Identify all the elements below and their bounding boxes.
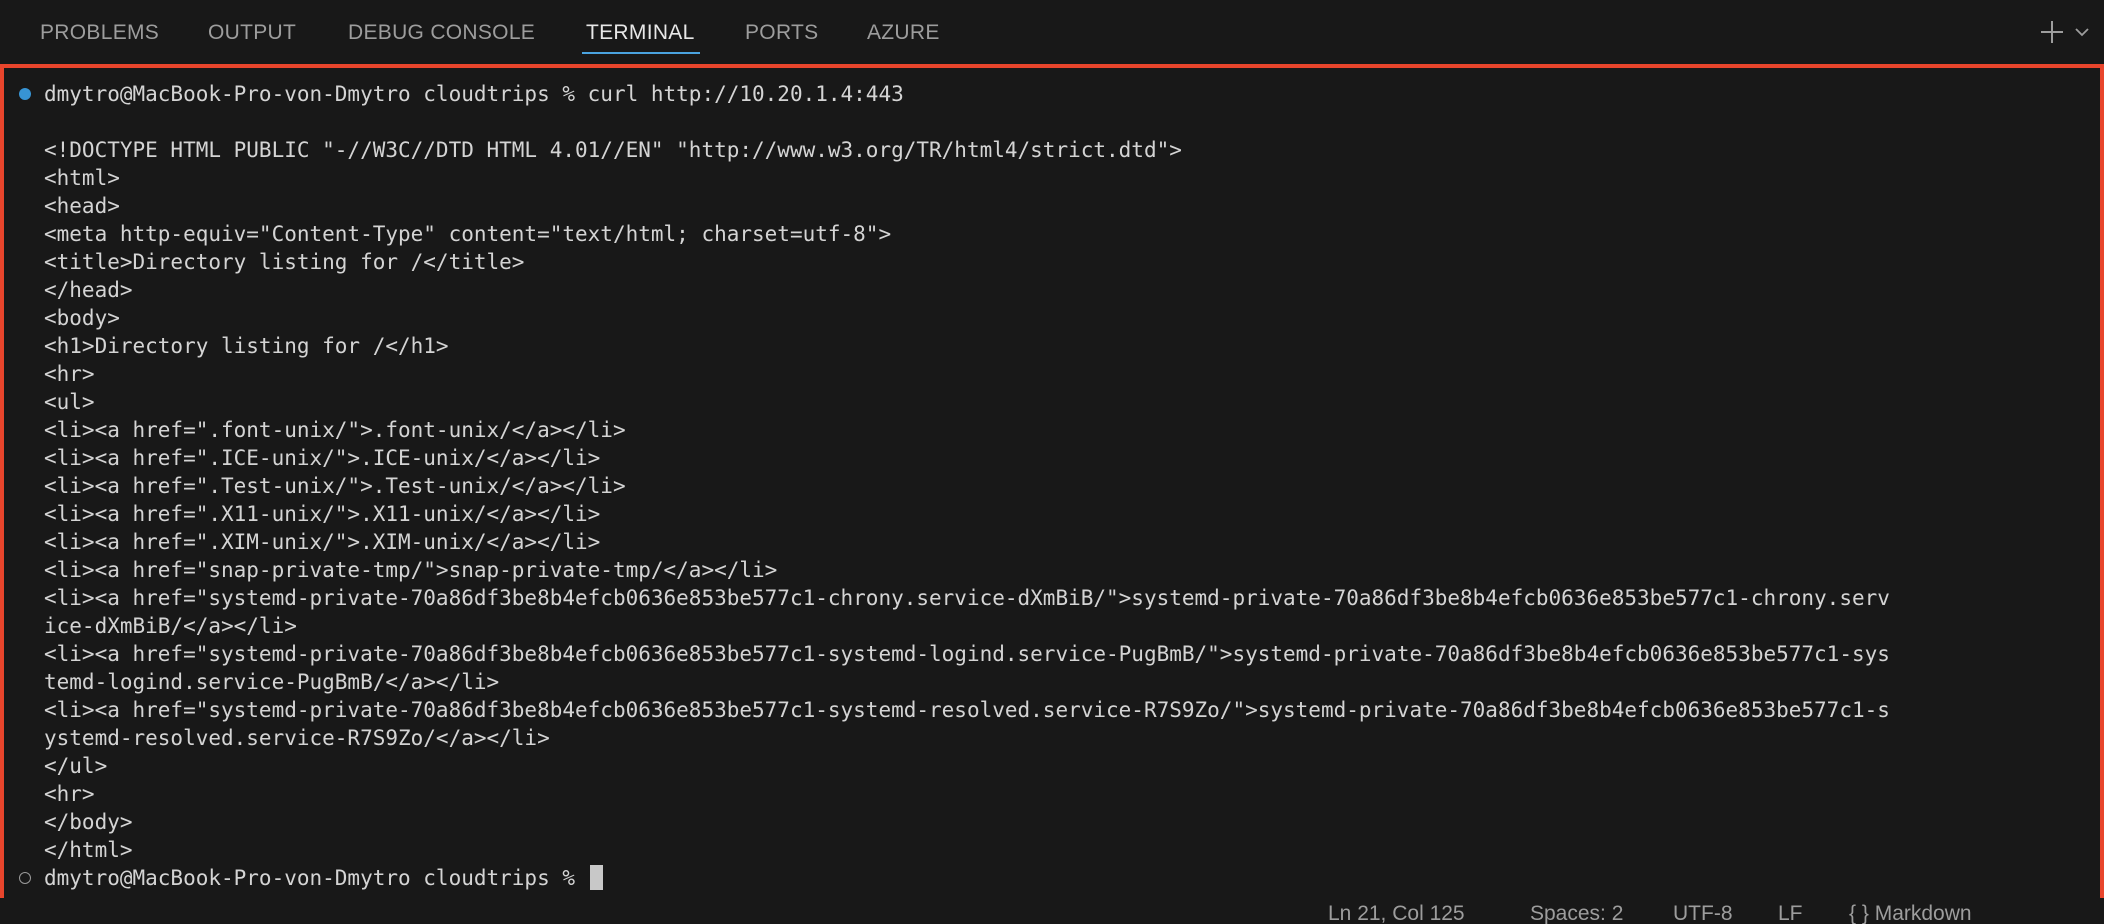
terminal-line: <li><a href="systemd-private-70a86df3be8… <box>44 586 1890 610</box>
status-encoding[interactable]: UTF-8 <box>1673 899 1733 924</box>
terminal-line: <head> <box>44 194 120 218</box>
terminal-line: </head> <box>44 278 133 302</box>
tab-terminal[interactable]: TERMINAL <box>586 20 695 46</box>
terminal-line: ystemd-resolved.service-R7S9Zo/</a></li> <box>44 726 550 750</box>
terminal-line: <meta http-equiv="Content-Type" content=… <box>44 222 892 246</box>
terminal-line: <li><a href=".XIM-unix/">.XIM-unix/</a><… <box>44 530 601 554</box>
terminal-line: ice-dXmBiB/</a></li> <box>44 614 297 638</box>
terminal-line: <li><a href=".font-unix/">.font-unix/</a… <box>44 418 626 442</box>
active-tab-indicator <box>582 52 700 54</box>
status-cursor-position[interactable]: Ln 21, Col 125 <box>1328 899 1465 924</box>
terminal-prompt-line: dmytro@MacBook-Pro-von-Dmytro cloudtrips… <box>12 864 2094 892</box>
terminal-line: </ul> <box>44 754 108 778</box>
terminal-line: <title>Directory listing for /</title> <box>44 250 525 274</box>
status-line-ending[interactable]: LF <box>1778 899 1803 924</box>
terminal-line: <li><a href="systemd-private-70a86df3be8… <box>44 642 1890 666</box>
plus-icon[interactable] <box>2038 18 2066 46</box>
tab-debug-console[interactable]: DEBUG CONSOLE <box>348 20 535 46</box>
terminal-line: <li><a href=".Test-unix/">.Test-unix/</a… <box>44 474 626 498</box>
terminal-line: <li><a href="snap-private-tmp/">snap-pri… <box>44 558 778 582</box>
terminal-line: temd-logind.service-PugBmB/</a></li> <box>44 670 500 694</box>
terminal-output[interactable]: dmytro@MacBook-Pro-von-Dmytro cloudtrips… <box>12 80 2094 902</box>
tab-ports[interactable]: PORTS <box>745 20 818 46</box>
tab-problems[interactable]: PROBLEMS <box>40 20 159 46</box>
terminal-line: <li><a href="systemd-private-70a86df3be8… <box>44 698 1890 722</box>
prompt-decoration[interactable] <box>19 872 31 884</box>
terminal-line: <li><a href=".X11-unix/">.X11-unix/</a><… <box>44 502 601 526</box>
terminal-line: dmytro@MacBook-Pro-von-Dmytro cloudtrips… <box>12 80 2094 108</box>
panel-actions <box>2038 14 2090 50</box>
terminal-line: </body> <box>44 810 133 834</box>
status-bar: Ln 21, Col 125 Spaces: 2 UTF-8 LF { } Ma… <box>0 898 2104 924</box>
terminal-line: <hr> <box>44 362 95 386</box>
status-indentation[interactable]: Spaces: 2 <box>1530 899 1623 924</box>
tab-azure[interactable]: AZURE <box>867 20 940 46</box>
terminal-line: <hr> <box>44 782 95 806</box>
terminal-line: <html> <box>44 166 120 190</box>
terminal-line: <h1>Directory listing for /</h1> <box>44 334 449 358</box>
terminal-line: <!DOCTYPE HTML PUBLIC "-//W3C//DTD HTML … <box>44 138 1182 162</box>
chevron-down-icon[interactable] <box>2074 24 2090 40</box>
terminal-line: <li><a href=".ICE-unix/">.ICE-unix/</a><… <box>44 446 601 470</box>
command-success-decoration[interactable] <box>19 88 31 100</box>
status-language-mode[interactable]: { } Markdown <box>1849 899 1972 924</box>
panel-header: PROBLEMS OUTPUT DEBUG CONSOLE TERMINAL P… <box>0 0 2104 66</box>
terminal-line: </html> <box>44 838 133 862</box>
terminal-highlight-frame: dmytro@MacBook-Pro-von-Dmytro cloudtrips… <box>0 64 2104 906</box>
terminal-line: <body> <box>44 306 120 330</box>
tab-output[interactable]: OUTPUT <box>208 20 296 46</box>
terminal-line: <ul> <box>44 390 95 414</box>
terminal-cursor <box>589 865 603 890</box>
